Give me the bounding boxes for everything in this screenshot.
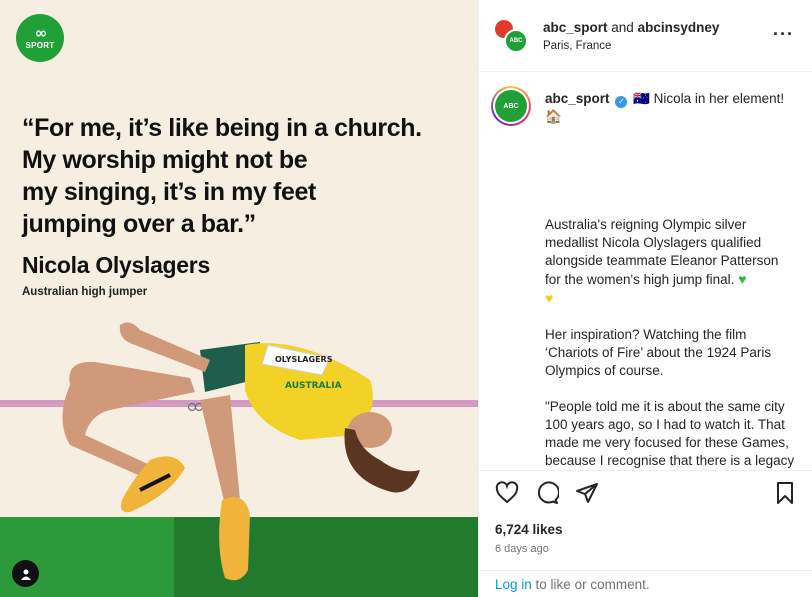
verified-badge-icon: ✓ [615, 96, 628, 108]
post-timestamp[interactable]: 6 days ago [495, 543, 549, 555]
green-heart-icon: ♥ [738, 271, 747, 287]
account-link-abc-sport[interactable]: abc_sport [543, 20, 608, 35]
quote-line: “For me, it’s like being in a church. [22, 114, 422, 142]
abc-sport-logo: ∞ SPORT [16, 14, 64, 62]
yellow-heart-icon: ♥ [545, 290, 554, 306]
likes-count[interactable]: 6,724 likes [495, 522, 563, 537]
athlete-role: Australian high jumper [22, 286, 148, 298]
tagged-user-icon[interactable] [12, 560, 39, 587]
quote-line: My worship might not be [22, 146, 308, 174]
login-link[interactable]: Log in [495, 577, 532, 592]
more-options-button[interactable]: ··· [773, 24, 794, 45]
action-icons [495, 481, 599, 505]
quote-line: my singing, it’s in my feet [22, 178, 316, 206]
high-jumper-illustration: OLYSLAGERS AUSTRALIA [0, 322, 478, 581]
abc-wave-icon: ∞ [34, 24, 47, 42]
post-sidebar: ABC abc_sport and abcinsydney Paris, Fra… [478, 0, 812, 597]
avatar[interactable]: ABC [504, 29, 528, 53]
account-link-abcinsydney[interactable]: abcinsydney [638, 20, 720, 35]
uniform-label: AUSTRALIA [285, 381, 342, 391]
collab-avatars[interactable]: ABC [493, 18, 529, 54]
caption-body: Australia's reigning Olympic silver meda… [545, 216, 795, 470]
caption-intro: abc_sport ✓ 🇦🇺 Nicola in her element! 🏠 [545, 90, 795, 126]
caption-paragraph: Her inspiration? Watching the film ‘Char… [545, 327, 772, 378]
comment-icon[interactable] [535, 481, 559, 505]
account-joiner: and [607, 20, 638, 35]
athlete-arm [119, 322, 210, 372]
athlete-lower-leg [200, 395, 240, 505]
athlete-shoe-2 [219, 497, 250, 581]
post-actions: 6,724 likes 6 days ago Log in to like or… [479, 470, 812, 597]
bib-label: OLYSLAGERS [275, 355, 333, 364]
athlete-name: Nicola Olyslagers [22, 252, 210, 278]
avatar[interactable]: ABC [491, 86, 531, 126]
post-location[interactable]: Paris, France [543, 40, 611, 52]
login-prompt: Log in to like or comment. [479, 570, 812, 597]
share-icon[interactable] [575, 481, 599, 505]
caption-username[interactable]: abc_sport [545, 91, 610, 106]
bookmark-icon[interactable] [773, 481, 797, 505]
quote-text: “For me, it’s like being in a church. My… [22, 112, 462, 240]
heart-icon[interactable] [495, 481, 519, 505]
caption-area: ABC abc_sport ✓ 🇦🇺 Nicola in her element… [479, 72, 812, 470]
post-image[interactable]: ∞ SPORT “For me, it’s like being in a ch… [0, 0, 478, 597]
caption-paragraph: "People told me it is about the same cit… [545, 399, 795, 468]
logo-sport-label: SPORT [25, 41, 55, 50]
quote-line: jumping over a bar.” [22, 210, 256, 238]
post-header: ABC abc_sport and abcinsydney Paris, Fra… [479, 0, 812, 72]
login-suffix-text: to like or comment. [531, 577, 650, 592]
header-accounts: abc_sport and abcinsydney [543, 20, 719, 35]
